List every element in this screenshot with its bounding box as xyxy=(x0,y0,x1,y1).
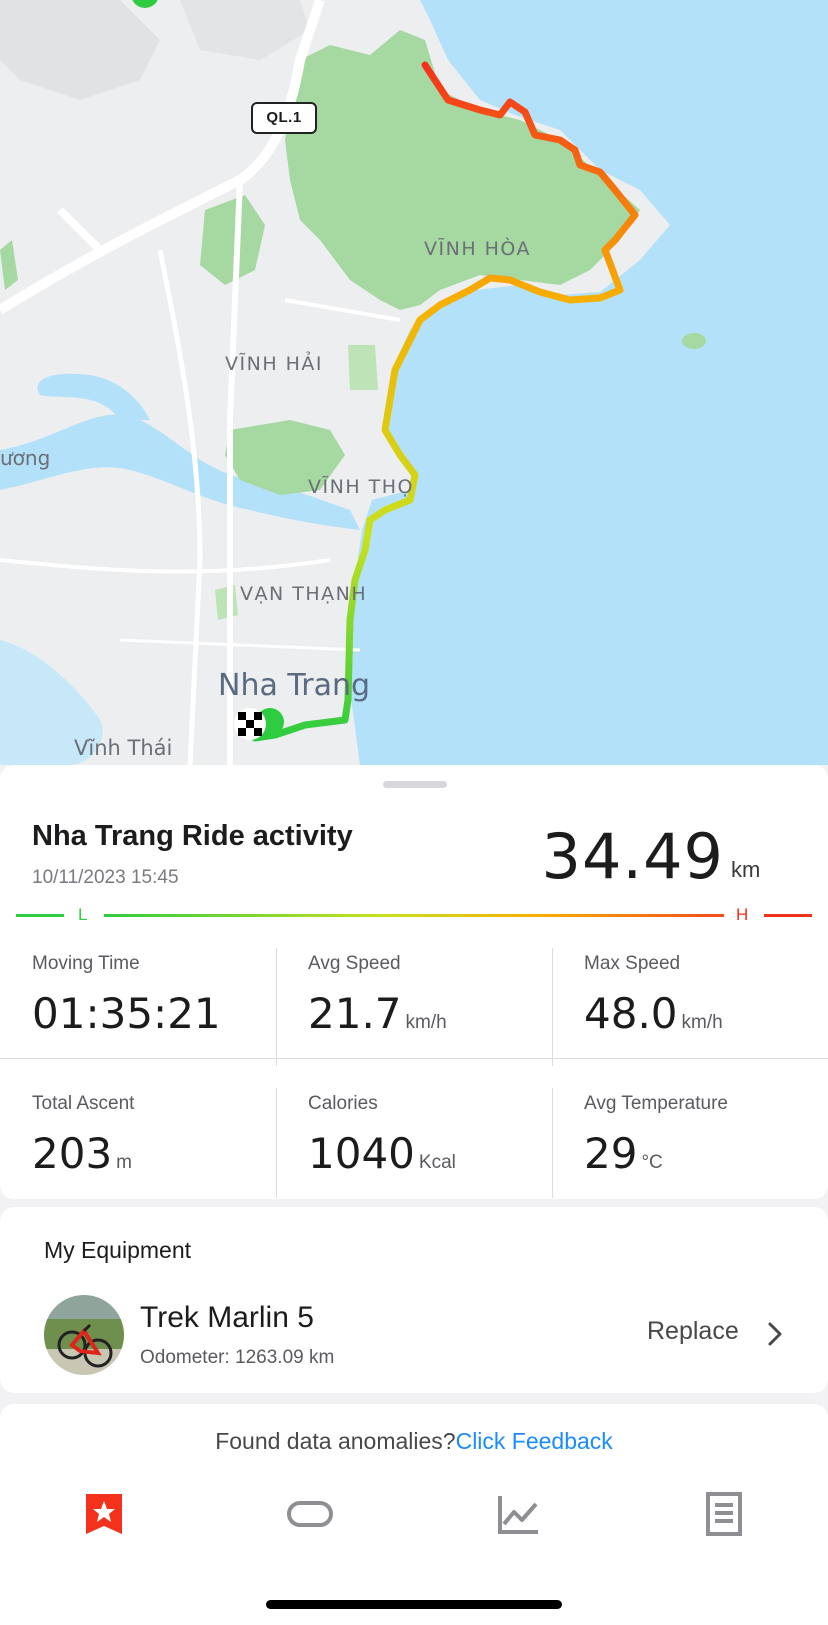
feedback-line: Found data anomalies?Click Feedback xyxy=(0,1428,828,1455)
stat-total-ascent: Total Ascent 203 m xyxy=(32,1093,282,1178)
bike-photo xyxy=(44,1295,124,1375)
stat-label: Calories xyxy=(308,1093,378,1114)
legend-high-label: H xyxy=(736,905,749,924)
map-city-label: Nha Trang xyxy=(218,668,371,703)
stat-unit: km/h xyxy=(405,1012,447,1033)
activity-title: Nha Trang Ride activity xyxy=(32,820,353,852)
legend-gradient xyxy=(104,914,724,917)
stat-number: 48.0 xyxy=(584,989,678,1038)
feedback-question: Found data anomalies? xyxy=(215,1428,456,1454)
finish-flag-icon xyxy=(234,708,266,740)
stat-label: Max Speed xyxy=(584,953,681,974)
stat-label: Avg Speed xyxy=(308,953,401,974)
stat-number: 1040 xyxy=(308,1129,415,1178)
map-label-van-thanh: VẠN THẠNH xyxy=(240,583,368,605)
divider xyxy=(276,948,277,1066)
route-map[interactable]: QL.1 VĨNH HÒA VĨNH HẢI VĨNH THỌ VẠN THẠN… xyxy=(0,0,828,765)
map-canvas xyxy=(0,0,828,765)
stat-value: 48.0 km/h xyxy=(584,989,828,1038)
drag-handle[interactable] xyxy=(383,781,447,788)
bike-odometer: Odometer: 1263.09 km xyxy=(140,1347,335,1368)
divider xyxy=(276,1088,277,1198)
stat-number: 21.7 xyxy=(308,989,402,1038)
legend-low-line xyxy=(16,914,64,917)
bottom-bar: Found data anomalies?Click Feedback xyxy=(0,1404,828,1625)
stat-value: 29 °C xyxy=(584,1129,828,1178)
distance-unit: km xyxy=(731,857,761,882)
feedback-link[interactable]: Click Feedback xyxy=(456,1428,613,1454)
stat-avg-speed: Avg Speed 21.7 km/h xyxy=(308,953,558,1038)
map-label-vinh-thai: Vĩnh Thái xyxy=(74,736,173,760)
document-icon[interactable] xyxy=(700,1490,748,1538)
stat-number: 01:35:21 xyxy=(32,989,221,1038)
row-divider xyxy=(0,1058,828,1059)
map-label-vinh-hoa: VĨNH HÒA xyxy=(424,238,532,260)
road-badge: QL.1 xyxy=(251,102,317,134)
activity-datetime: 10/11/2023 15:45 xyxy=(32,867,179,888)
stat-avg-temperature: Avg Temperature 29 °C xyxy=(584,1093,828,1178)
stat-unit: m xyxy=(116,1152,132,1173)
stat-value: 01:35:21 xyxy=(32,989,282,1038)
stat-label: Moving Time xyxy=(32,953,140,974)
stat-number: 203 xyxy=(32,1129,113,1178)
divider xyxy=(552,1088,553,1198)
stat-unit: °C xyxy=(641,1152,663,1173)
legend-high-line xyxy=(764,914,812,917)
star-bookmark-icon[interactable] xyxy=(80,1490,128,1538)
map-label-vinh-hai: VĨNH HẢI xyxy=(225,353,324,375)
stat-label: Avg Temperature xyxy=(584,1093,728,1114)
legend-low-label: L xyxy=(78,905,88,924)
bike-name: Trek Marlin 5 xyxy=(140,1301,314,1334)
map-label-edge: ương xyxy=(0,446,51,470)
stat-moving-time: Moving Time 01:35:21 xyxy=(32,953,282,1038)
chart-line-icon[interactable] xyxy=(494,1490,542,1538)
activity-summary-card: Nha Trang Ride activity 10/11/2023 15:45… xyxy=(0,765,828,1199)
replace-button[interactable]: Replace xyxy=(647,1317,739,1346)
stat-max-speed: Max Speed 48.0 km/h xyxy=(584,953,828,1038)
divider xyxy=(552,948,553,1066)
home-indicator[interactable] xyxy=(266,1600,562,1609)
distance-value: 34.49 xyxy=(541,820,724,893)
band-device-icon[interactable] xyxy=(286,1490,334,1538)
map-label-vinh-tho: VĨNH THỌ xyxy=(308,476,414,498)
stat-value: 21.7 km/h xyxy=(308,989,558,1038)
stat-number: 29 xyxy=(584,1129,638,1178)
stat-label: Total Ascent xyxy=(32,1093,135,1114)
equipment-card[interactable]: My Equipment Trek Marlin 5 Odometer: 126… xyxy=(0,1207,828,1393)
stat-unit: Kcal xyxy=(418,1152,456,1173)
stat-value: 1040 Kcal xyxy=(308,1129,558,1178)
stat-value: 203 m xyxy=(32,1129,282,1178)
equipment-section-title: My Equipment xyxy=(44,1237,192,1263)
stat-unit: km/h xyxy=(681,1012,723,1033)
stat-calories: Calories 1040 Kcal xyxy=(308,1093,558,1178)
chevron-right-icon[interactable] xyxy=(760,1319,790,1349)
speed-legend: L H xyxy=(16,905,812,925)
